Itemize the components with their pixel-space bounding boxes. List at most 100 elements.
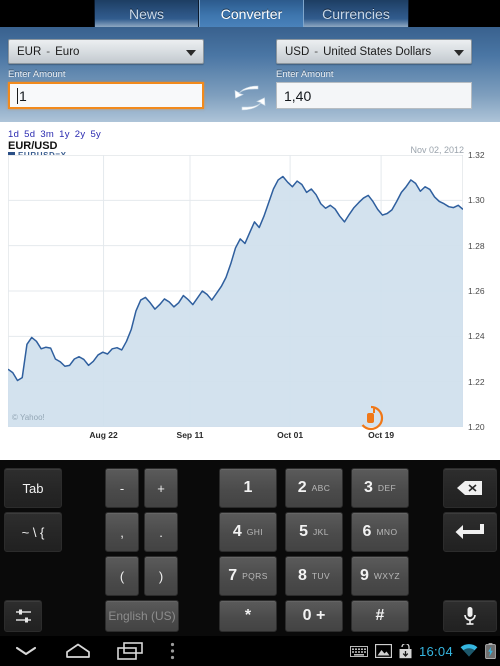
key-2-letters: ABC <box>311 483 331 493</box>
y-tick-label: 1.20 <box>468 422 485 432</box>
recents-button[interactable] <box>104 636 156 666</box>
touch-pointer-icon <box>361 405 384 431</box>
key-comma-label: , <box>120 524 124 540</box>
key-plus[interactable]: + <box>144 468 178 508</box>
hide-keyboard-button[interactable] <box>0 636 52 666</box>
android-system-bar: 16:04 <box>0 636 500 666</box>
chart-range-5y[interactable]: 5y <box>90 129 101 140</box>
key-comma[interactable]: , <box>105 512 139 552</box>
wifi-icon <box>460 644 478 657</box>
key-space-label: English (US) <box>108 609 176 623</box>
key-minus-label: - <box>119 480 125 496</box>
source-amount-input[interactable]: 1 <box>8 82 204 109</box>
chart-range-1d[interactable]: 1d <box>8 129 19 140</box>
key-paren-open[interactable]: ( <box>105 556 139 596</box>
target-amount-value: 1,40 <box>284 87 312 104</box>
target-amount-label: Enter Amount <box>276 69 334 80</box>
target-currency-separator: - <box>314 45 319 58</box>
keyboard-status-button[interactable] <box>349 645 368 657</box>
home-icon <box>66 643 90 658</box>
key-space[interactable]: English (US) <box>105 600 179 632</box>
key-symbols[interactable]: ~ \ { <box>4 512 62 552</box>
source-amount-label: Enter Amount <box>8 69 66 80</box>
key-symbols-label: ~ \ { <box>21 524 45 540</box>
download-status-button[interactable] <box>399 643 412 659</box>
key-7[interactable]: 7 PQRS <box>219 556 277 596</box>
key-keyboard-settings[interactable] <box>4 600 42 632</box>
chart-range-2y[interactable]: 2y <box>75 129 86 140</box>
key-5[interactable]: 5 JKL <box>285 512 343 552</box>
key-9[interactable]: 9 WXYZ <box>351 556 409 596</box>
chart-range-5d[interactable]: 5d <box>24 129 35 140</box>
key-3-digit: 3 <box>363 479 373 496</box>
key-7-digit: 7 <box>228 567 238 584</box>
system-status-group: 16:04 <box>349 636 496 666</box>
system-clock: 16:04 <box>418 643 453 659</box>
x-tick-label: Sep 11 <box>176 430 204 440</box>
source-currency-name: Euro <box>55 45 80 58</box>
source-currency-dropdown[interactable]: EUR - Euro <box>8 39 204 64</box>
battery-charging-icon <box>485 643 496 659</box>
chevron-down-icon <box>186 49 196 56</box>
home-button[interactable] <box>52 636 104 666</box>
tab-news-label: News <box>128 5 164 22</box>
menu-button[interactable] <box>156 636 188 666</box>
key-hash[interactable]: # <box>351 600 409 632</box>
screenshot-icon <box>374 644 392 658</box>
target-currency-code: USD <box>285 45 310 58</box>
key-plus-label: + <box>157 480 165 496</box>
key-2[interactable]: 2 ABC <box>285 468 343 508</box>
target-amount-input[interactable]: 1,40 <box>276 82 472 109</box>
battery-status[interactable] <box>485 643 496 659</box>
tab-currencies-label: Currencies <box>322 5 390 22</box>
key-3[interactable]: 3 DEF <box>351 468 409 508</box>
converter-panel: EUR - Euro Enter Amount 1 USD - United S… <box>0 27 500 122</box>
key-6[interactable]: 6 MNO <box>351 512 409 552</box>
microphone-icon <box>464 607 476 625</box>
key-enter[interactable] <box>443 512 497 552</box>
key-period[interactable]: . <box>144 512 178 552</box>
key-7-letters: PQRS <box>242 571 268 581</box>
source-currency-separator: - <box>46 45 51 58</box>
tab-converter[interactable]: Converter <box>199 0 304 27</box>
chart-range-3m[interactable]: 3m <box>40 129 54 140</box>
key-tab[interactable]: Tab <box>4 468 62 508</box>
tab-news[interactable]: News <box>94 0 199 27</box>
recents-icon <box>117 642 143 660</box>
key-6-letters: MNO <box>376 527 398 537</box>
key-8-letters: TUV <box>311 571 331 581</box>
tab-bar: News Converter Currencies <box>0 0 500 27</box>
tab-list: News Converter Currencies <box>94 0 500 27</box>
key-3-letters: DEF <box>377 483 397 493</box>
chart-watermark: © Yahoo! <box>12 413 45 422</box>
key-hash-label: # <box>375 607 385 624</box>
key-2-digit: 2 <box>297 479 307 496</box>
key-microphone[interactable] <box>443 600 497 632</box>
y-tick-label: 1.24 <box>468 331 485 342</box>
tab-currencies[interactable]: Currencies <box>304 0 409 27</box>
key-star-label: * <box>244 607 252 624</box>
target-currency-dropdown[interactable]: USD - United States Dollars <box>276 39 472 64</box>
system-nav-group <box>0 636 188 666</box>
key-4[interactable]: 4 GHI <box>219 512 277 552</box>
key-minus[interactable]: - <box>105 468 139 508</box>
key-paren-open-label: ( <box>119 568 125 584</box>
key-1[interactable]: 1 <box>219 468 277 508</box>
menu-icon <box>170 642 174 660</box>
chart-range-1y[interactable]: 1y <box>59 129 70 140</box>
key-paren-close[interactable]: ) <box>144 556 178 596</box>
key-5-digit: 5 <box>299 523 309 540</box>
chart-plot-area[interactable] <box>8 155 463 427</box>
key-8[interactable]: 8 TUV <box>285 556 343 596</box>
key-zero[interactable]: 0 + <box>285 600 343 632</box>
screenshot-status-button[interactable] <box>374 644 392 658</box>
chart-date-label: Nov 02, 2012 <box>410 145 464 155</box>
key-6-digit: 6 <box>362 523 372 540</box>
key-star[interactable]: * <box>219 600 277 632</box>
wifi-status[interactable] <box>460 644 478 658</box>
key-backspace[interactable] <box>443 468 497 508</box>
swap-currencies-button[interactable] <box>232 82 268 114</box>
key-5-letters: JKL <box>313 527 329 537</box>
tab-converter-label: Converter <box>220 5 283 22</box>
touch-cursor-indicator <box>358 405 384 431</box>
